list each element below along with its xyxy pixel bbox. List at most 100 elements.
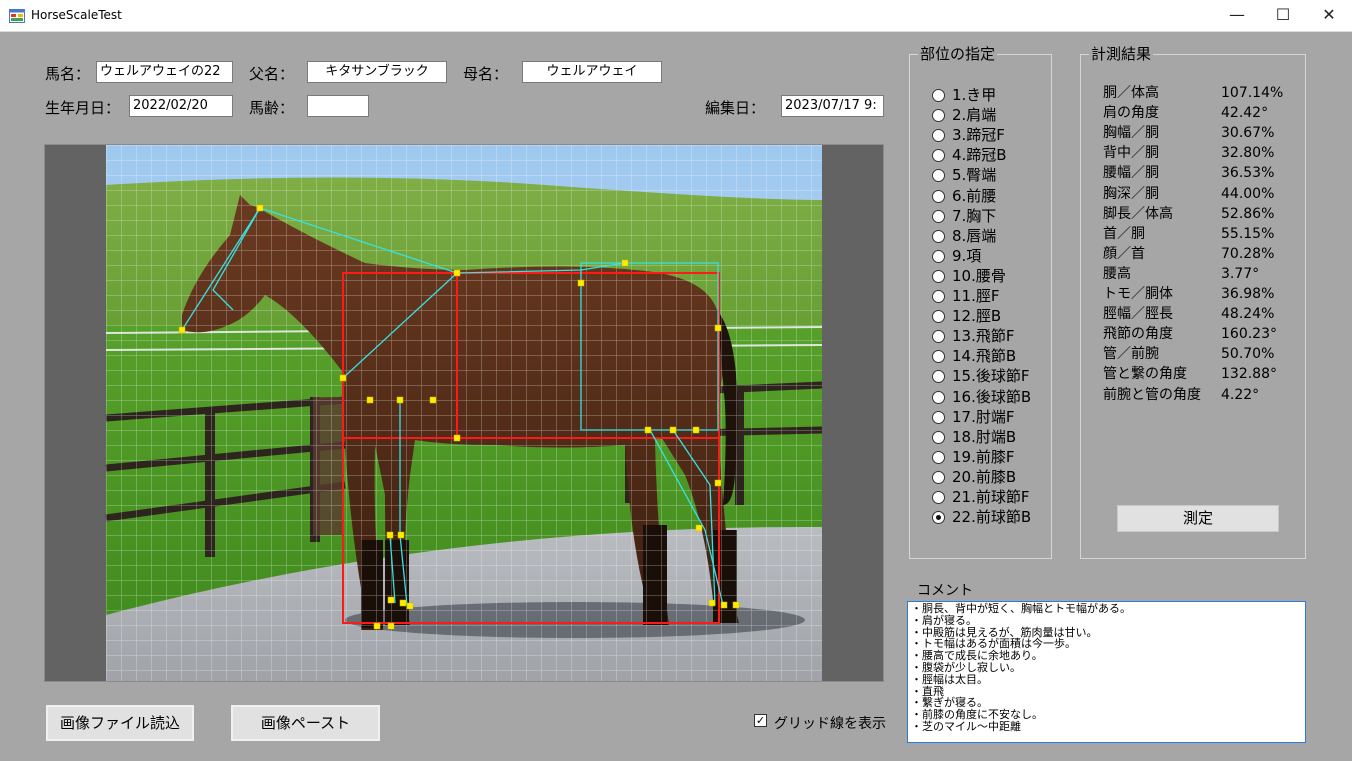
- result-name: 腰幅／胴: [1103, 165, 1159, 182]
- parts-group-title: 部位の指定: [918, 45, 998, 63]
- measure-button[interactable]: 測定: [1117, 505, 1279, 532]
- result-value: 50.70%: [1221, 346, 1275, 363]
- radio-icon[interactable]: [932, 189, 945, 203]
- part-radio-label: 10.腰骨: [952, 266, 1006, 285]
- minimize-icon: —: [1229, 5, 1245, 24]
- result-name: 首／胴: [1103, 225, 1145, 242]
- radio-icon[interactable]: [932, 129, 945, 143]
- result-value: 132.88°: [1221, 366, 1277, 383]
- result-value: 55.15%: [1221, 225, 1275, 242]
- comment-line: ・肩が寝る。: [911, 613, 977, 627]
- part-radio-label: 21.前球節F: [952, 488, 1030, 506]
- part-radio-label: 15.後球節F: [952, 367, 1030, 386]
- radio-icon[interactable]: [932, 290, 945, 303]
- result-name: 脚長／体高: [1103, 205, 1173, 222]
- radio-icon[interactable]: [932, 269, 945, 283]
- comment-label: コメント: [917, 583, 973, 599]
- result-value: 48.24%: [1221, 306, 1275, 323]
- part-radio-label: 12.脛B: [952, 307, 1002, 326]
- result-value: 42.42°: [1221, 105, 1269, 122]
- comment-line: ・芝のマイル～中距離: [911, 719, 1021, 733]
- part-radio-label: 19.前膝F: [952, 447, 1015, 466]
- radio-icon[interactable]: [932, 410, 945, 424]
- birth-date-field[interactable]: 2022/02/20: [129, 95, 233, 117]
- radio-icon[interactable]: [932, 109, 945, 123]
- radio-icon[interactable]: [932, 209, 945, 223]
- parts-group: 部位の指定 1.き甲 2.肩端 3.蹄冠F 4.蹄冠B 5.臀端 6.前腰 7.胸下 8.唇端…: [909, 45, 1052, 559]
- result-value: 44.00%: [1221, 185, 1275, 202]
- part-radio-label: 9.項: [952, 246, 982, 265]
- radio-icon[interactable]: [932, 169, 945, 183]
- result-value: 36.98%: [1221, 286, 1275, 302]
- close-icon: ✕: [1322, 5, 1336, 24]
- results-group: 計測結果 胴／体高 107.14% 肩の角度 42.42° 胸幅／胴 30.67% 背中／胴…: [1080, 45, 1306, 559]
- horse-photo-canvas: [105, 145, 823, 681]
- result-value: 70.28%: [1221, 245, 1275, 262]
- result-name: 胸深／胴: [1103, 185, 1159, 202]
- result-name: 飛節の角度: [1103, 326, 1173, 343]
- part-radio-label: 6.前腰: [952, 186, 997, 205]
- part-radio-label: 2.肩端: [952, 106, 997, 125]
- radio-icon[interactable]: [932, 149, 945, 163]
- part-radio-label: 20.前膝B: [952, 467, 1017, 486]
- grid-checkbox[interactable]: ✓: [754, 714, 767, 727]
- radio-icon[interactable]: [932, 249, 945, 263]
- part-radio-label: 3.蹄冠F: [952, 126, 1005, 145]
- result-value: 36.53%: [1221, 165, 1275, 182]
- radio-icon[interactable]: [932, 330, 945, 344]
- part-radio-label: 11.脛F: [952, 287, 1000, 305]
- comment-line: ・脛幅は太目。: [911, 672, 988, 686]
- result-value: 4.22°: [1221, 386, 1260, 403]
- age-label: 馬齢：: [249, 99, 295, 117]
- part-radio-label: 4.蹄冠B: [952, 146, 1007, 165]
- radio-icon[interactable]: [932, 229, 945, 243]
- result-name: 胸幅／胴: [1103, 125, 1159, 142]
- result-name: 脛幅／脛長: [1103, 306, 1173, 323]
- edit-date-field[interactable]: 2023/07/17 9:: [781, 95, 884, 117]
- radio-icon[interactable]: [932, 470, 945, 484]
- radio-icon[interactable]: [932, 310, 945, 324]
- result-name: 肩の角度: [1103, 105, 1159, 122]
- load-image-file-button[interactable]: 画像ファイル読込: [46, 705, 194, 741]
- part-radio-label: 13.飛節F: [952, 327, 1015, 346]
- part-radio-label: 1.き甲: [952, 86, 997, 104]
- result-name: 管／前腕: [1103, 346, 1159, 363]
- age-field[interactable]: [307, 95, 369, 117]
- part-radio-label: 17.肘端F: [952, 407, 1015, 426]
- maximize-button[interactable]: ☐: [1260, 0, 1306, 32]
- radio-selected-icon[interactable]: [932, 511, 945, 525]
- paste-image-button[interactable]: 画像ペースト: [231, 705, 380, 741]
- radio-icon[interactable]: [932, 450, 945, 464]
- sire-field[interactable]: キタサンブラック: [307, 61, 447, 83]
- comment-line: ・腹袋が少し寂しい。: [911, 660, 1021, 674]
- check-icon: ✓: [755, 714, 766, 727]
- part-radio-label: 14.飛節B: [952, 347, 1017, 366]
- comment-textarea[interactable]: ・胴長、背中が短く、胸幅とトモ幅がある。 ・肩が寝る。 ・中殿筋は見えるが、筋肉量は…: [907, 601, 1306, 743]
- result-name: 胴／体高: [1103, 85, 1159, 101]
- grid-checkbox-label[interactable]: グリッド線を表示: [774, 713, 886, 733]
- result-value: 107.14%: [1221, 85, 1284, 101]
- result-value: 160.23°: [1221, 326, 1277, 343]
- dam-field[interactable]: ウェルアウェイ: [522, 61, 662, 83]
- horse-image-panel[interactable]: [44, 144, 884, 682]
- result-name: 顔／首: [1103, 245, 1145, 262]
- radio-icon[interactable]: [932, 390, 945, 404]
- horse-name-field[interactable]: ウェルアウェイの22: [96, 61, 233, 83]
- part-radio-label: 18.肘端B: [952, 427, 1017, 446]
- radio-icon[interactable]: [932, 350, 945, 364]
- result-value: 30.67%: [1221, 125, 1275, 142]
- horse-name-label: 馬名：: [45, 65, 91, 83]
- sire-label: 父名：: [249, 65, 295, 83]
- radio-icon[interactable]: [932, 370, 945, 384]
- close-button[interactable]: ✕: [1306, 0, 1352, 32]
- radio-icon[interactable]: [932, 491, 945, 504]
- result-name: 背中／胴: [1103, 145, 1159, 162]
- result-name: 腰高: [1103, 265, 1131, 282]
- radio-icon[interactable]: [932, 89, 945, 102]
- edit-date-label: 編集日：: [705, 99, 766, 117]
- maximize-icon: ☐: [1275, 5, 1291, 24]
- minimize-button[interactable]: —: [1214, 0, 1260, 32]
- result-name: トモ／胴体: [1103, 286, 1173, 302]
- radio-icon[interactable]: [932, 430, 945, 444]
- part-radio-label: 8.唇端: [952, 226, 997, 245]
